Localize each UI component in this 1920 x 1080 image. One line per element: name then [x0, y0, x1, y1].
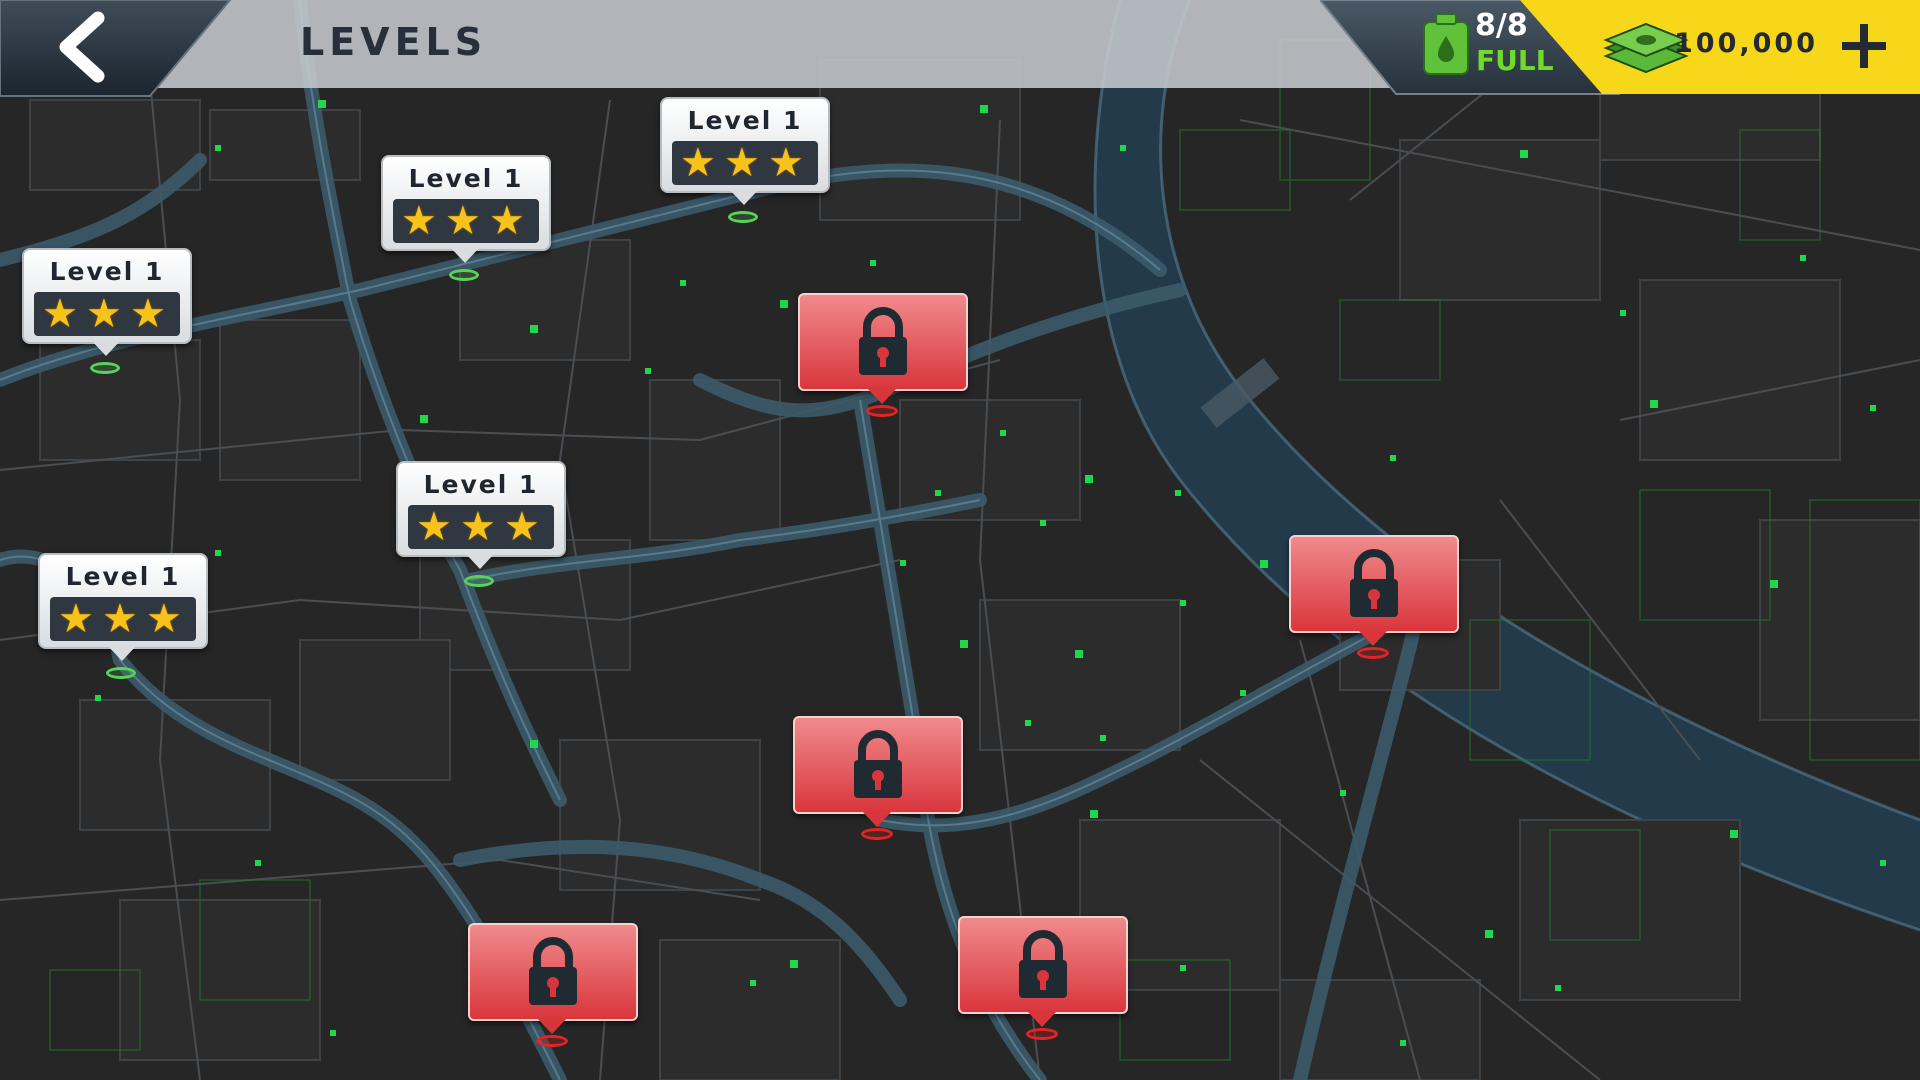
star-icon: ★ — [460, 504, 496, 550]
page-title: LEVELS — [300, 20, 488, 64]
locked-card — [468, 923, 638, 1021]
locked-card — [958, 916, 1128, 1014]
chevron-left-icon — [0, 0, 232, 97]
level-label: Level 1 — [687, 106, 803, 135]
locked-level-pin[interactable] — [798, 293, 970, 423]
level-pin[interactable]: Level 1 ★ ★ ★ — [22, 248, 194, 378]
pin-pointer — [729, 189, 759, 205]
pin-pointer — [537, 1018, 567, 1034]
star-icon: ★ — [102, 596, 138, 642]
plus-icon — [1842, 24, 1886, 68]
location-marker — [90, 362, 120, 374]
star-rating: ★ ★ ★ — [50, 597, 196, 641]
star-icon: ★ — [489, 198, 525, 244]
location-marker — [536, 1035, 568, 1047]
star-rating: ★ ★ ★ — [393, 199, 539, 243]
locked-level-pin[interactable] — [958, 916, 1130, 1046]
location-marker — [106, 667, 136, 679]
level-pin[interactable]: Level 1 ★ ★ ★ — [381, 155, 553, 285]
level-card: Level 1 ★ ★ ★ — [38, 553, 208, 649]
locked-level-pin[interactable] — [1289, 535, 1461, 665]
location-marker — [464, 575, 494, 587]
level-card: Level 1 ★ ★ ★ — [396, 461, 566, 557]
star-icon: ★ — [130, 291, 166, 337]
back-button[interactable] — [0, 0, 236, 98]
pin-pointer — [862, 811, 892, 827]
star-icon: ★ — [401, 198, 437, 244]
star-rating: ★ ★ ★ — [672, 141, 818, 185]
cash-amount: 100,000 — [1674, 28, 1818, 59]
padlock-icon — [854, 730, 902, 798]
padlock-icon — [1019, 930, 1067, 998]
star-icon: ★ — [724, 140, 760, 186]
level-pin[interactable]: Level 1 ★ ★ ★ — [660, 97, 832, 227]
pin-pointer — [91, 340, 121, 356]
star-icon: ★ — [416, 504, 452, 550]
level-label: Level 1 — [49, 257, 165, 286]
locked-level-pin[interactable] — [468, 923, 640, 1053]
locked-level-pin[interactable] — [793, 716, 965, 846]
location-marker — [449, 269, 479, 281]
star-rating: ★ ★ ★ — [34, 292, 180, 336]
level-card: Level 1 ★ ★ ★ — [381, 155, 551, 251]
pin-pointer — [1358, 630, 1388, 646]
level-label: Level 1 — [65, 562, 181, 591]
star-icon: ★ — [86, 291, 122, 337]
location-marker — [1026, 1028, 1058, 1040]
padlock-icon — [859, 307, 907, 375]
fuel-can-icon — [1423, 13, 1469, 75]
level-card: Level 1 ★ ★ ★ — [660, 97, 830, 193]
star-icon: ★ — [146, 596, 182, 642]
location-marker — [861, 828, 893, 840]
star-icon: ★ — [768, 140, 804, 186]
level-pin[interactable]: Level 1 ★ ★ ★ — [38, 553, 210, 683]
pin-pointer — [107, 645, 137, 661]
pin-pointer — [1027, 1011, 1057, 1027]
star-icon: ★ — [42, 291, 78, 337]
locked-card — [793, 716, 963, 814]
star-icon: ★ — [504, 504, 540, 550]
pin-pointer — [450, 247, 480, 263]
level-pin[interactable]: Level 1 ★ ★ ★ — [396, 461, 568, 591]
pin-pointer — [867, 388, 897, 404]
add-cash-button[interactable] — [1836, 18, 1892, 74]
star-icon: ★ — [445, 198, 481, 244]
locked-card — [798, 293, 968, 391]
locked-card — [1289, 535, 1459, 633]
location-marker — [728, 211, 758, 223]
padlock-icon — [529, 937, 577, 1005]
pin-pointer — [465, 553, 495, 569]
padlock-icon — [1350, 549, 1398, 617]
location-marker — [866, 405, 898, 417]
level-select-screen: LEVELS 8/8 FULL 100,000 Level 1 ★ ★ ★ Le… — [0, 0, 1920, 1080]
star-icon: ★ — [58, 596, 94, 642]
level-label: Level 1 — [423, 470, 539, 499]
location-marker — [1357, 647, 1389, 659]
level-label: Level 1 — [408, 164, 524, 193]
star-rating: ★ ★ ★ — [408, 505, 554, 549]
level-card: Level 1 ★ ★ ★ — [22, 248, 192, 344]
star-icon: ★ — [680, 140, 716, 186]
